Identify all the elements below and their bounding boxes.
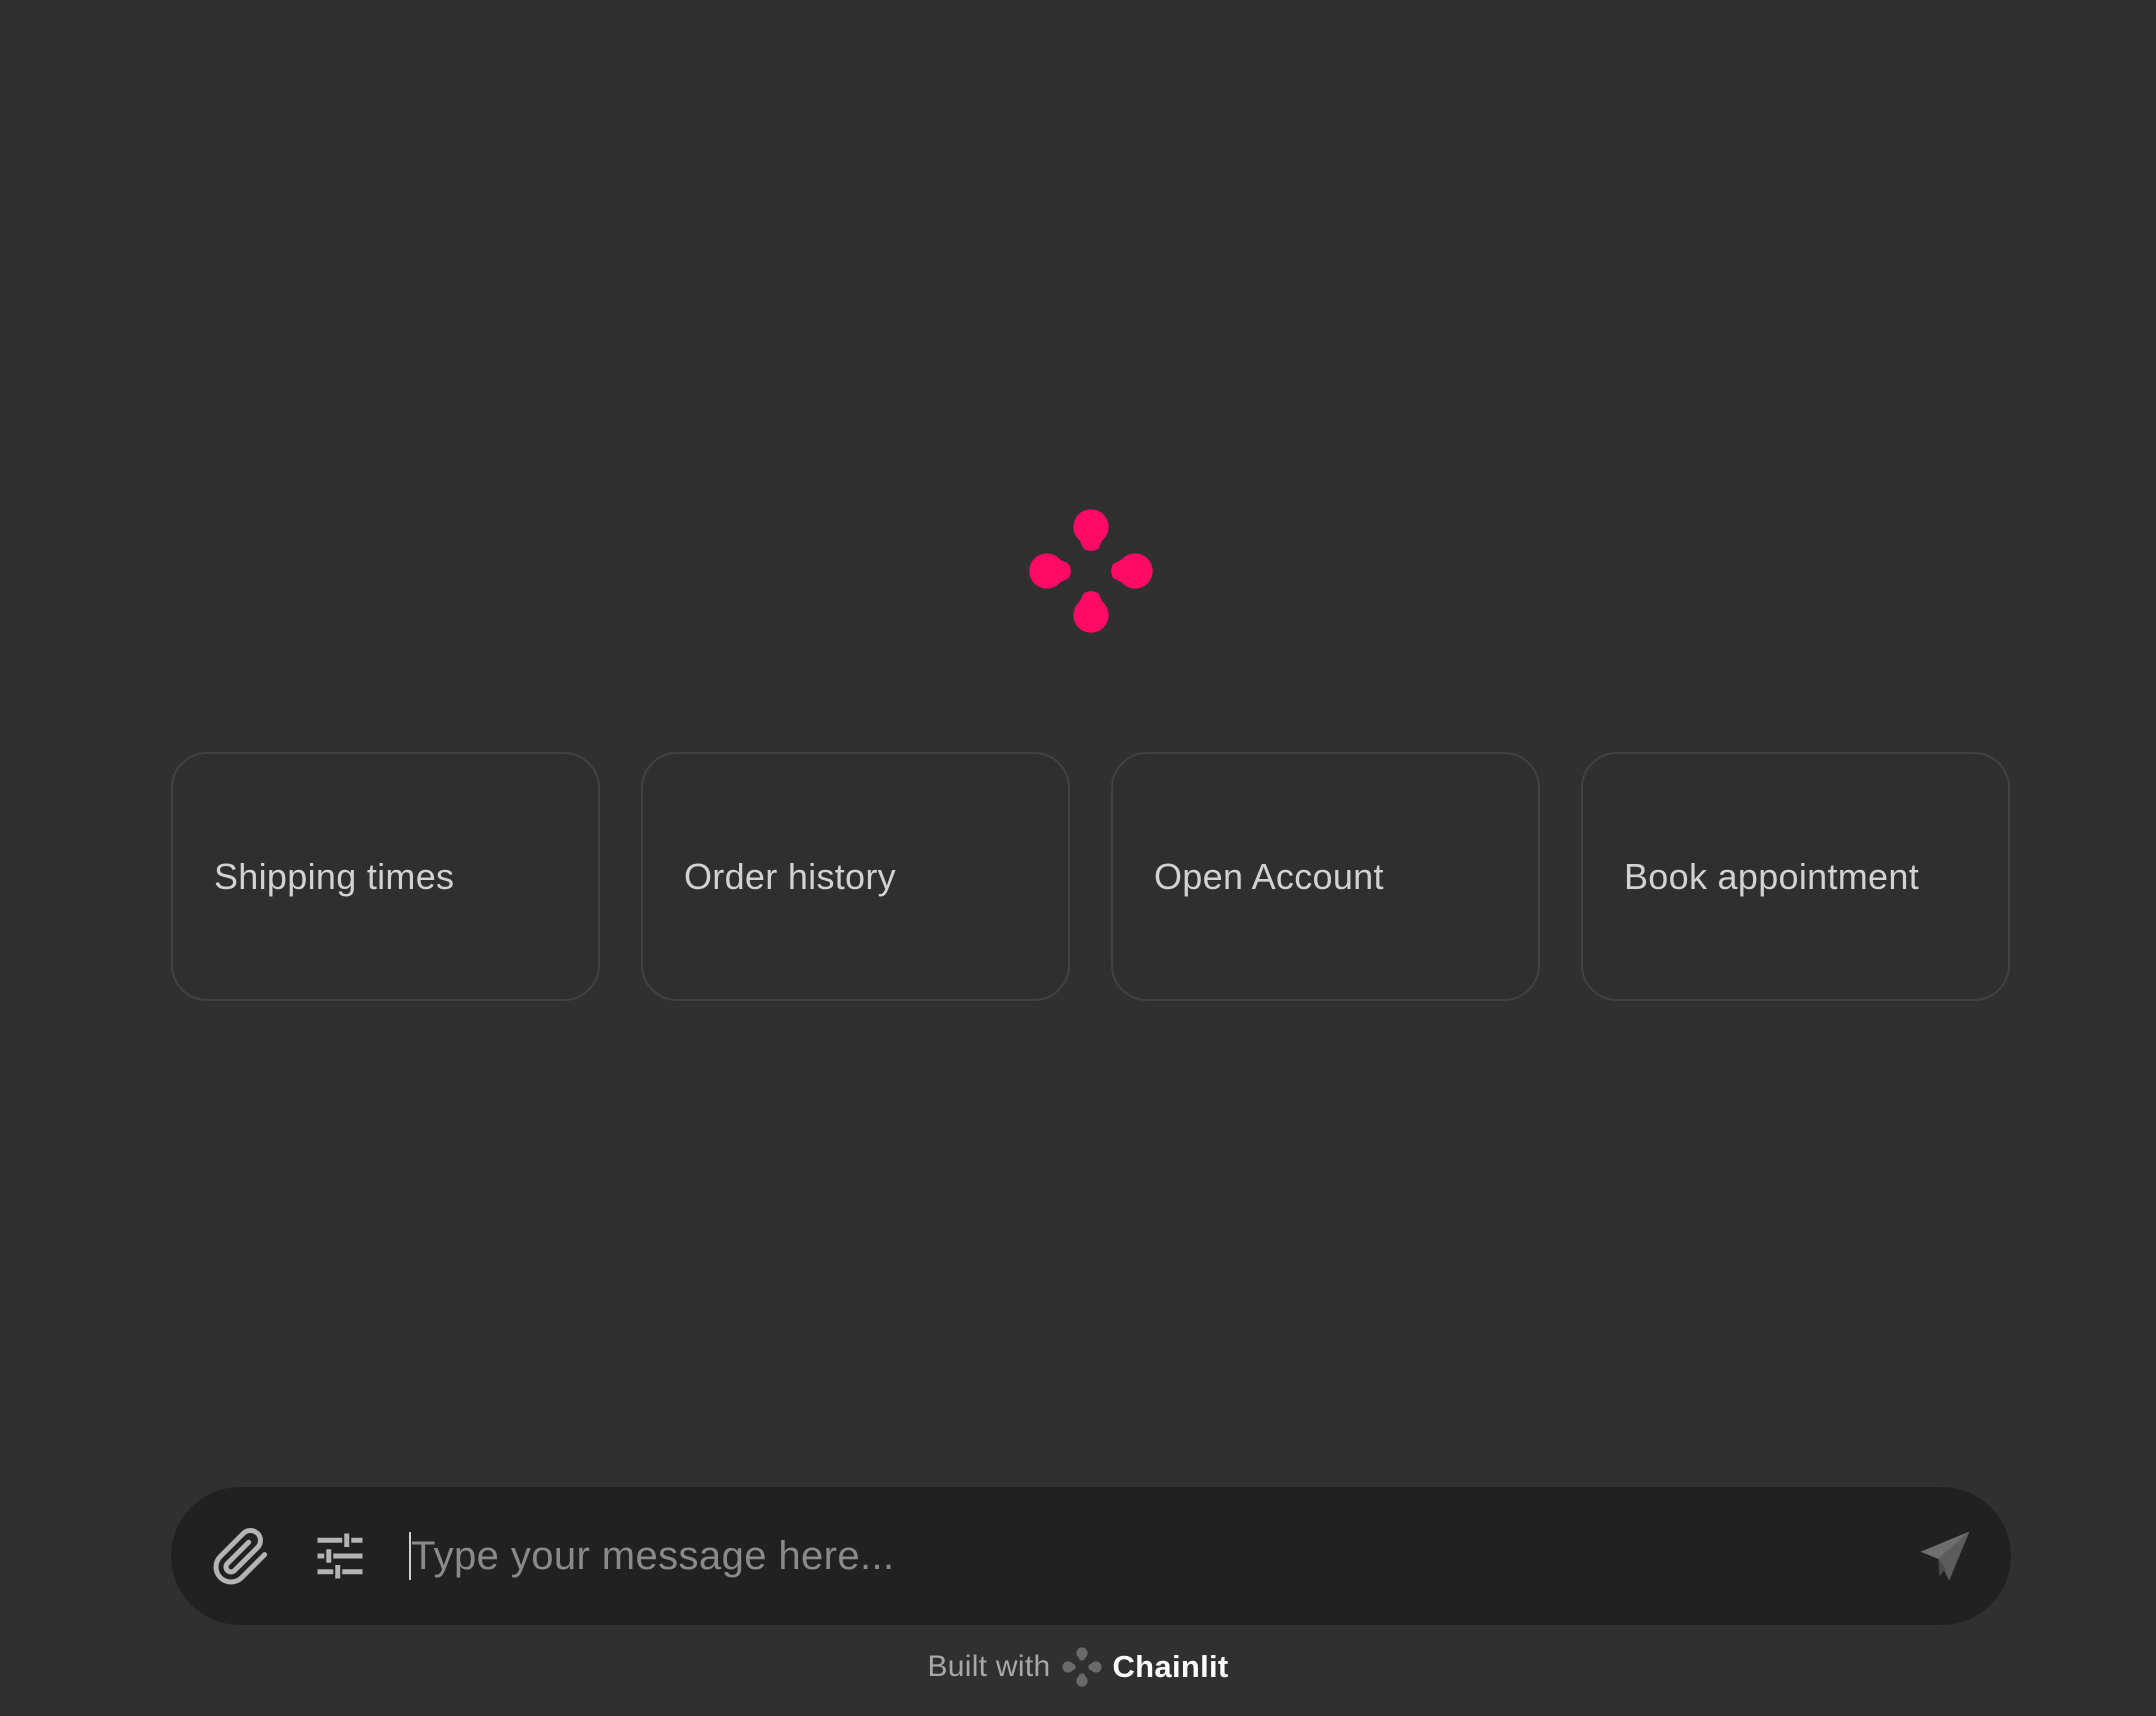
message-composer — [171, 1487, 2011, 1625]
brand-name: Chainlit — [1112, 1649, 1229, 1684]
starter-label: Book appointment — [1624, 855, 1919, 897]
starter-shipping-times[interactable]: Shipping times — [171, 752, 600, 1001]
chat-page: Shipping times Order history Open Accoun… — [0, 0, 2156, 1716]
starter-label: Order history — [684, 855, 896, 897]
message-input[interactable] — [411, 1521, 1851, 1591]
send-icon[interactable] — [1916, 1528, 1974, 1584]
chainlit-logo-icon — [1029, 509, 1153, 633]
starter-book-appointment[interactable]: Book appointment — [1581, 752, 2010, 1001]
starter-label: Open Account — [1154, 855, 1384, 897]
starter-open-account[interactable]: Open Account — [1111, 752, 1540, 1001]
sliders-icon[interactable] — [313, 1529, 367, 1583]
starter-order-history[interactable]: Order history — [641, 752, 1070, 1001]
built-with-text: Built with — [927, 1650, 1051, 1683]
chainlit-logo-icon — [1062, 1647, 1103, 1687]
paperclip-icon[interactable] — [211, 1527, 271, 1587]
starter-label: Shipping times — [214, 855, 455, 897]
built-with-footer[interactable]: Built with Chainlit — [0, 1644, 2156, 1690]
starter-suggestions: Shipping times Order history Open Accoun… — [171, 752, 2011, 1001]
